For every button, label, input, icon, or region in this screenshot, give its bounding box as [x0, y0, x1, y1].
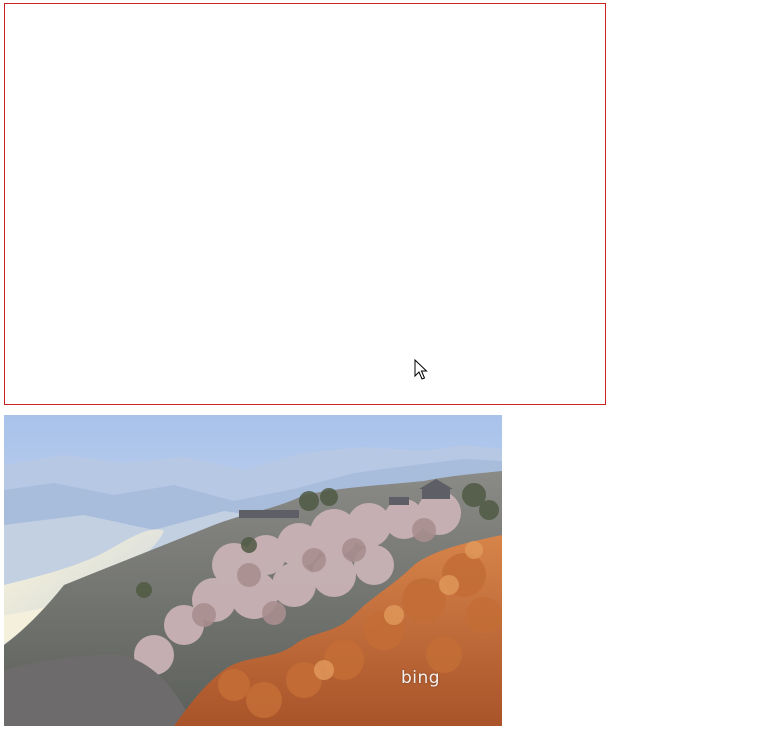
empty-content-box[interactable] — [4, 3, 606, 405]
mouse-pointer-icon — [414, 359, 428, 380]
landscape-photo: bing — [4, 415, 502, 726]
bing-watermark: bing — [401, 668, 441, 688]
page: bing — [0, 0, 781, 731]
